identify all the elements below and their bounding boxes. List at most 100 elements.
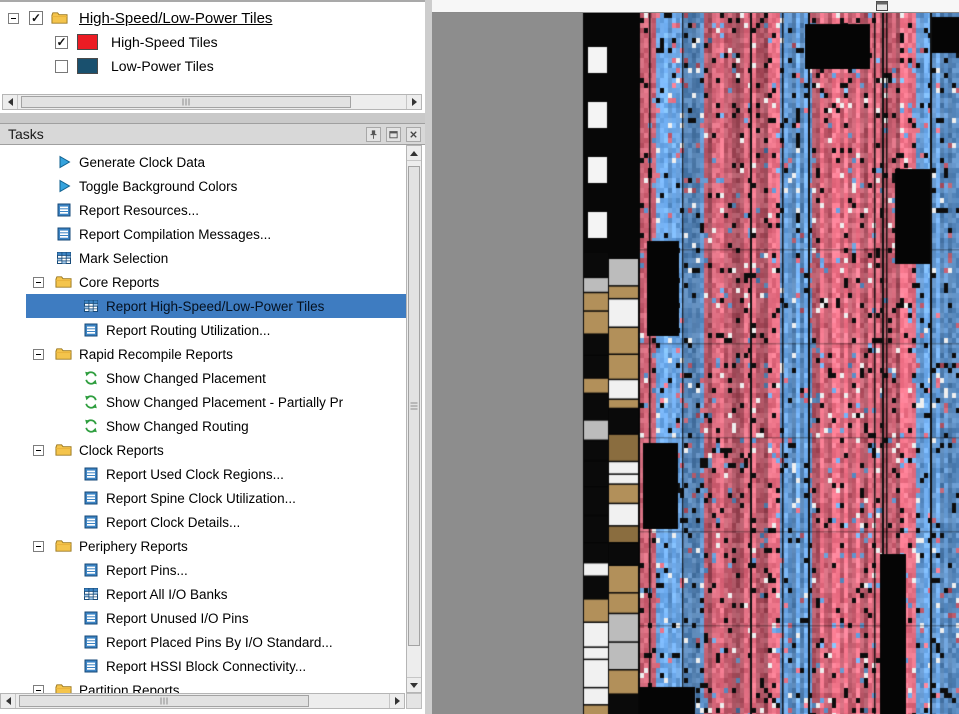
legend-layer-row[interactable]: Low-Power Tiles (0, 54, 425, 78)
up-arrow-icon (410, 151, 418, 156)
collapse-expander[interactable] (33, 349, 44, 360)
scroll-left-button[interactable] (1, 694, 16, 708)
tree-item-row[interactable]: Report High-Speed/Low-Power Tiles (0, 294, 406, 318)
task-label: Report Compilation Messages... (79, 227, 271, 242)
tree-item-row[interactable]: Report Spine Clock Utilization... (0, 486, 406, 510)
tree-item-row[interactable]: Report Unused I/O Pins (0, 606, 406, 630)
collapse-expander[interactable] (33, 445, 44, 456)
float-window-icon (388, 129, 399, 140)
changed-view-icon (82, 418, 99, 435)
visibility-checkbox[interactable]: ✓ (29, 11, 43, 25)
collapse-expander[interactable] (33, 685, 44, 694)
scroll-right-button[interactable] (406, 95, 421, 109)
tasks-vertical-scrollbar[interactable] (406, 145, 422, 693)
legend-label: High-Speed/Low-Power Tiles (79, 10, 272, 27)
task-label: Report Routing Utilization... (106, 323, 270, 338)
tree-item-row[interactable]: Show Changed Routing (0, 414, 406, 438)
tree-item-row[interactable]: Generate Clock Data (0, 150, 406, 174)
tree-folder-row[interactable]: Periphery Reports (0, 534, 406, 558)
tree-item-row[interactable]: Report Used Clock Regions... (0, 462, 406, 486)
task-label: Report Pins... (106, 563, 188, 578)
task-label: Show Changed Placement (106, 371, 266, 386)
report-icon (82, 514, 99, 531)
expander-slot (26, 349, 55, 360)
changed-view-icon (82, 394, 99, 411)
task-label: Partition Reports (79, 683, 180, 694)
float-window-button[interactable] (386, 127, 401, 142)
scroll-right-button[interactable] (389, 694, 404, 708)
report-icon (82, 322, 99, 339)
folder-icon (51, 10, 68, 27)
tree-item-row[interactable]: Report Resources... (0, 198, 406, 222)
scroll-up-button[interactable] (407, 146, 421, 161)
window-icon (876, 1, 888, 11)
tree-folder-row[interactable]: Core Reports (0, 270, 406, 294)
tree-item-row[interactable]: Report Clock Details... (0, 510, 406, 534)
scrollbar-thumb[interactable] (408, 166, 420, 646)
expander-slot (26, 445, 55, 456)
task-label: Core Reports (79, 275, 159, 290)
tree-item-row[interactable]: Toggle Background Colors (0, 174, 406, 198)
legend-layer-row[interactable]: ✓ High-Speed Tiles (0, 30, 425, 54)
tree-item-row[interactable]: Report Routing Utilization... (0, 318, 406, 342)
visibility-checkbox[interactable]: ✓ (55, 36, 68, 49)
task-label: Rapid Recompile Reports (79, 347, 233, 362)
run-task-icon (55, 178, 72, 195)
legend-root-row[interactable]: ✓ High-Speed/Low-Power Tiles (0, 6, 425, 30)
tree-item-row[interactable]: Report Pins... (0, 558, 406, 582)
task-label: Mark Selection (79, 251, 168, 266)
report-icon (82, 610, 99, 627)
pin-button[interactable] (366, 127, 381, 142)
left-arrow-icon (6, 697, 11, 705)
right-arrow-icon (395, 697, 400, 705)
task-label: Periphery Reports (79, 539, 188, 554)
scrollbar-corner (406, 693, 422, 709)
tasks-title: Tasks (8, 126, 44, 142)
tasks-horizontal-scrollbar[interactable] (0, 693, 405, 709)
folder-icon (55, 442, 72, 459)
scroll-left-button[interactable] (3, 95, 18, 109)
chip-floorplan-canvas[interactable] (432, 13, 959, 714)
table-report-icon (82, 586, 99, 603)
tree-folder-row[interactable]: Partition Reports (0, 678, 406, 693)
tree-item-row[interactable]: Show Changed Placement (0, 366, 406, 390)
tree-item-row[interactable]: Report Placed Pins By I/O Standard... (0, 630, 406, 654)
task-label: Report Spine Clock Utilization... (106, 491, 296, 506)
expander-slot (26, 541, 55, 552)
tree-item-row[interactable]: Report All I/O Banks (0, 582, 406, 606)
close-icon (408, 129, 419, 140)
panel-splitter[interactable] (425, 0, 432, 714)
tasks-header: Tasks (0, 123, 425, 145)
report-icon (82, 658, 99, 675)
tree-folder-row[interactable]: Rapid Recompile Reports (0, 342, 406, 366)
scroll-down-button[interactable] (407, 677, 421, 692)
task-label: Toggle Background Colors (79, 179, 237, 194)
layer-color-swatch (77, 34, 98, 50)
visibility-checkbox[interactable] (55, 60, 68, 73)
legend-label: High-Speed Tiles (111, 34, 218, 50)
legend-horizontal-scrollbar[interactable] (2, 94, 422, 110)
scrollbar-thumb[interactable] (19, 695, 309, 707)
table-report-icon (82, 298, 99, 315)
layer-color-swatch (77, 58, 98, 74)
close-button[interactable] (406, 127, 421, 142)
collapse-expander[interactable] (33, 277, 44, 288)
collapse-expander[interactable] (8, 13, 19, 24)
layers-legend-pane: ✓ High-Speed/Low-Power Tiles ✓ High-Speed T… (0, 0, 425, 113)
tree-item-row[interactable]: Mark Selection (0, 246, 406, 270)
collapse-expander[interactable] (33, 541, 44, 552)
tasks-pane: Tasks Generate Clock Data Toggle Backgrou… (0, 123, 425, 714)
task-label: Clock Reports (79, 443, 164, 458)
folder-icon (55, 538, 72, 555)
expander-slot (26, 685, 55, 694)
tree-folder-row[interactable]: Clock Reports (0, 438, 406, 462)
scrollbar-thumb[interactable] (21, 96, 351, 108)
right-arrow-icon (412, 98, 417, 106)
tree-item-row[interactable]: Report HSSI Block Connectivity... (0, 654, 406, 678)
task-label: Report High-Speed/Low-Power Tiles (106, 299, 324, 314)
tasks-tree: Generate Clock Data Toggle Background Col… (0, 145, 406, 693)
tree-item-row[interactable]: Show Changed Placement - Partially Pr (0, 390, 406, 414)
folder-icon (55, 274, 72, 291)
tree-item-row[interactable]: Report Compilation Messages... (0, 222, 406, 246)
report-icon (82, 562, 99, 579)
